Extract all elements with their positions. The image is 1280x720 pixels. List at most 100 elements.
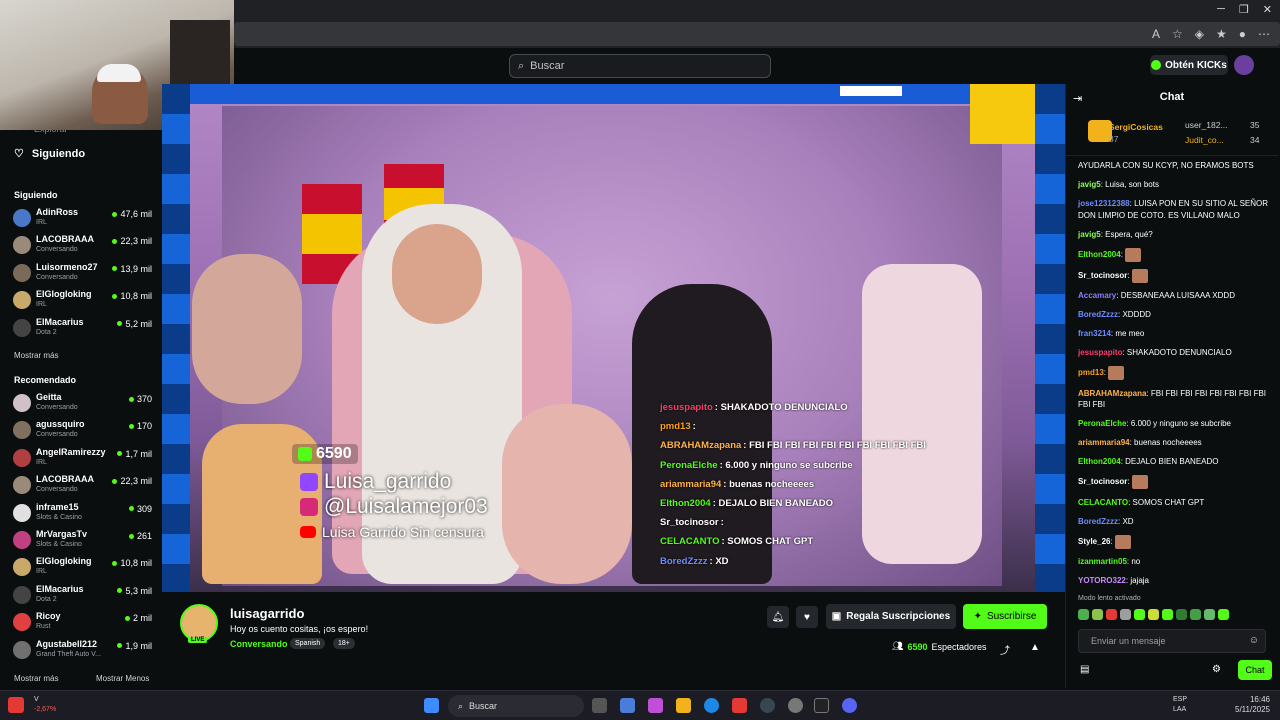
bookmark-star-icon[interactable]: ☆: [1172, 27, 1183, 41]
emote-icon[interactable]: [1092, 609, 1103, 620]
subscribe-button[interactable]: ✦ Suscribirse: [963, 604, 1047, 629]
show-more-recommended[interactable]: Mostrar más: [14, 674, 58, 683]
share-icon[interactable]: ⤴: [1000, 642, 1010, 657]
profile-icon[interactable]: ●: [1239, 27, 1246, 41]
menu-dots-icon[interactable]: ⋯: [1258, 27, 1270, 41]
emote-icon[interactable]: [1134, 609, 1145, 620]
show-less-button[interactable]: Mostrar Menos: [96, 674, 149, 683]
extension-icon[interactable]: ◈: [1195, 27, 1204, 41]
copilot-icon[interactable]: [648, 698, 663, 713]
notepad-icon[interactable]: [620, 698, 635, 713]
close-icon[interactable]: ✕: [1263, 3, 1272, 16]
chat-username[interactable]: ABRAHAMzapana: [1078, 389, 1146, 398]
task-view-icon[interactable]: [592, 698, 607, 713]
sidebar-channel[interactable]: ElGlogloking IRL 10,8 mil: [0, 554, 162, 581]
sidebar-channel[interactable]: LACOBRAAA Conversando 22,3 mil: [0, 472, 162, 499]
notification-bell-button[interactable]: 🔔︎: [767, 606, 789, 628]
sidebar-channel[interactable]: ElMacarius Dota 2 5,2 mil: [0, 315, 162, 342]
settings-gear-icon[interactable]: ⚙: [1212, 664, 1221, 675]
emote-icon[interactable]: [1078, 609, 1089, 620]
sidebar-channel[interactable]: inframe15 Slots & Casino 309: [0, 500, 162, 527]
sidebar-channel[interactable]: Ricoy Rust 2 mil: [0, 609, 162, 636]
chat-username[interactable]: BoredZzzz: [1078, 310, 1118, 319]
sidebar-channel[interactable]: ElGlogloking IRL 10,8 mil: [0, 287, 162, 314]
emote-icon[interactable]: [1106, 609, 1117, 620]
tag-mature[interactable]: 18+: [333, 638, 355, 649]
windows-start-icon[interactable]: [424, 698, 439, 713]
stream-category[interactable]: Conversando: [230, 639, 288, 649]
chat-username[interactable]: PeronaElche: [1078, 419, 1126, 428]
stock-widget[interactable]: V -2,67%: [34, 695, 56, 715]
stock-widget-icon[interactable]: [8, 697, 24, 713]
edge-browser-icon[interactable]: [704, 698, 719, 713]
top-gifter-1-name[interactable]: SergiCosicas: [1109, 122, 1163, 132]
language-indicator[interactable]: ESP LAA: [1173, 695, 1187, 715]
sidebar-channel[interactable]: AngelRamirezzy IRL 1,7 mil: [0, 445, 162, 472]
discord-icon[interactable]: [842, 698, 857, 713]
app-icon[interactable]: [732, 698, 747, 713]
chat-username[interactable]: Sr_tocinosor: [1078, 271, 1127, 280]
report-icon[interactable]: ▲: [1030, 642, 1040, 653]
chat-username[interactable]: BoredZzzz: [1078, 517, 1118, 526]
chat-username[interactable]: izanmartin05: [1078, 557, 1127, 566]
app-icon[interactable]: [788, 698, 803, 713]
chat-username[interactable]: jesuspapito: [1078, 348, 1122, 357]
sidebar-channel[interactable]: agussquiro Conversando 170: [0, 417, 162, 444]
sidebar: Explorar ♡ Siguiendo Siguiendo AdinRossI…: [0, 84, 162, 688]
sidebar-channel[interactable]: LACOBRAAA Conversando 22,3 mil: [0, 232, 162, 259]
sidebar-channel[interactable]: Agustabell212 Grand Theft Auto V... 1,9 mi…: [0, 637, 162, 664]
minimize-icon[interactable]: ─: [1217, 3, 1225, 16]
chat-username[interactable]: fran3214: [1078, 329, 1111, 338]
get-kicks-button[interactable]: Obtén KICKs: [1150, 55, 1228, 75]
emoji-picker-icon[interactable]: ☺: [1249, 635, 1259, 646]
maximize-icon[interactable]: ❐: [1239, 3, 1249, 16]
obs-icon[interactable]: [760, 698, 775, 713]
chat-username[interactable]: javig5: [1078, 180, 1101, 189]
favorites-icon[interactable]: ★: [1216, 27, 1227, 41]
chat-username[interactable]: jose12312388: [1078, 199, 1130, 208]
chat-username[interactable]: Sr_tocinosor: [1078, 477, 1127, 486]
following-nav-link[interactable]: ♡ Siguiendo: [14, 147, 85, 161]
chat-rules-icon[interactable]: ▤: [1080, 664, 1089, 675]
chat-username[interactable]: Style_26: [1078, 537, 1110, 546]
sidebar-channel[interactable]: MrVargasTv Slots & Casino 261: [0, 527, 162, 554]
chat-username[interactable]: Accamary: [1078, 291, 1116, 300]
search-input[interactable]: ⌕ Buscar: [509, 54, 771, 78]
gift-subs-button[interactable]: ▣ Regala Suscripciones: [826, 604, 956, 629]
system-clock[interactable]: 16:46 5/11/2025: [1235, 695, 1270, 715]
video-player[interactable]: 6590 Luisa_garrido @Luisalamejor03 Luisa…: [162, 84, 1065, 592]
emote-icon[interactable]: [1120, 609, 1131, 620]
chat-username[interactable]: ariammaria94: [1078, 438, 1130, 447]
emote-icon[interactable]: [1204, 609, 1215, 620]
follow-button[interactable]: ♥: [796, 606, 818, 628]
emote-icon[interactable]: [1218, 609, 1229, 620]
chat-message-input[interactable]: Enviar un mensaje ☺: [1078, 629, 1266, 653]
chat-username[interactable]: Elthon2004: [1078, 457, 1121, 466]
app-icon[interactable]: [814, 698, 829, 713]
chat-text: buenas nocheeees: [1134, 438, 1202, 448]
chat-username[interactable]: YOTORO322: [1078, 576, 1126, 585]
emote-icon[interactable]: [1190, 609, 1201, 620]
top-gifter-3-name[interactable]: Judit_co...: [1185, 135, 1224, 145]
emote-icon[interactable]: [1148, 609, 1159, 620]
chat-username[interactable]: pmd13: [1078, 368, 1104, 377]
show-more-following[interactable]: Mostrar más: [14, 351, 58, 360]
sidebar-channel[interactable]: ElMacarius Dota 2 5,3 mil: [0, 582, 162, 609]
file-explorer-icon[interactable]: [676, 698, 691, 713]
send-chat-button[interactable]: Chat: [1238, 660, 1272, 680]
address-bar[interactable]: A ☆ ◈ ★ ● ⋯: [234, 22, 1280, 46]
top-gifter-2-name[interactable]: user_182...: [1185, 120, 1228, 130]
sidebar-channel[interactable]: Luisormeno27 Conversando 13,9 mil: [0, 260, 162, 287]
taskbar-search[interactable]: ⌕ Buscar: [448, 695, 584, 717]
user-avatar[interactable]: [1234, 55, 1254, 75]
streamer-name[interactable]: luisagarrido: [230, 606, 304, 621]
sidebar-channel[interactable]: Geitta Conversando 370: [0, 390, 162, 417]
tag-language[interactable]: Spanish: [290, 638, 326, 649]
chat-username[interactable]: CELACANTO: [1078, 498, 1128, 507]
emote-icon[interactable]: [1162, 609, 1173, 620]
sidebar-channel[interactable]: AdinRoss IRL 47,6 mil: [0, 205, 162, 232]
chat-username[interactable]: javig5: [1078, 230, 1101, 239]
emote-icon[interactable]: [1176, 609, 1187, 620]
translate-icon[interactable]: A: [1152, 27, 1160, 41]
chat-username[interactable]: Elthon2004: [1078, 250, 1121, 259]
